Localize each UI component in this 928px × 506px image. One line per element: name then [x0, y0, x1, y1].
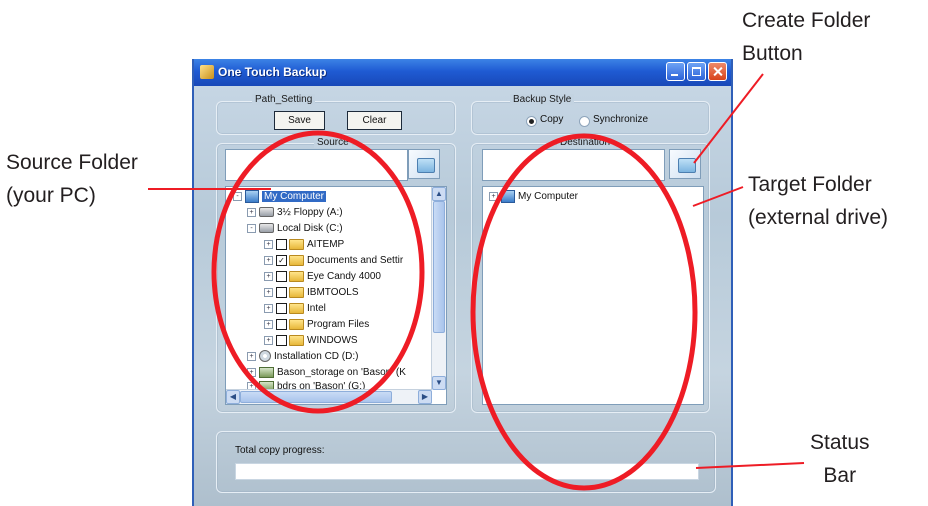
create-folder-pointer-line — [693, 73, 764, 164]
source-highlight-ellipse — [211, 130, 425, 414]
status-pointer-line — [695, 462, 805, 469]
target-pointer-line — [692, 186, 744, 207]
target-highlight-ellipse — [470, 133, 698, 491]
annotation-overlay — [148, 73, 805, 491]
